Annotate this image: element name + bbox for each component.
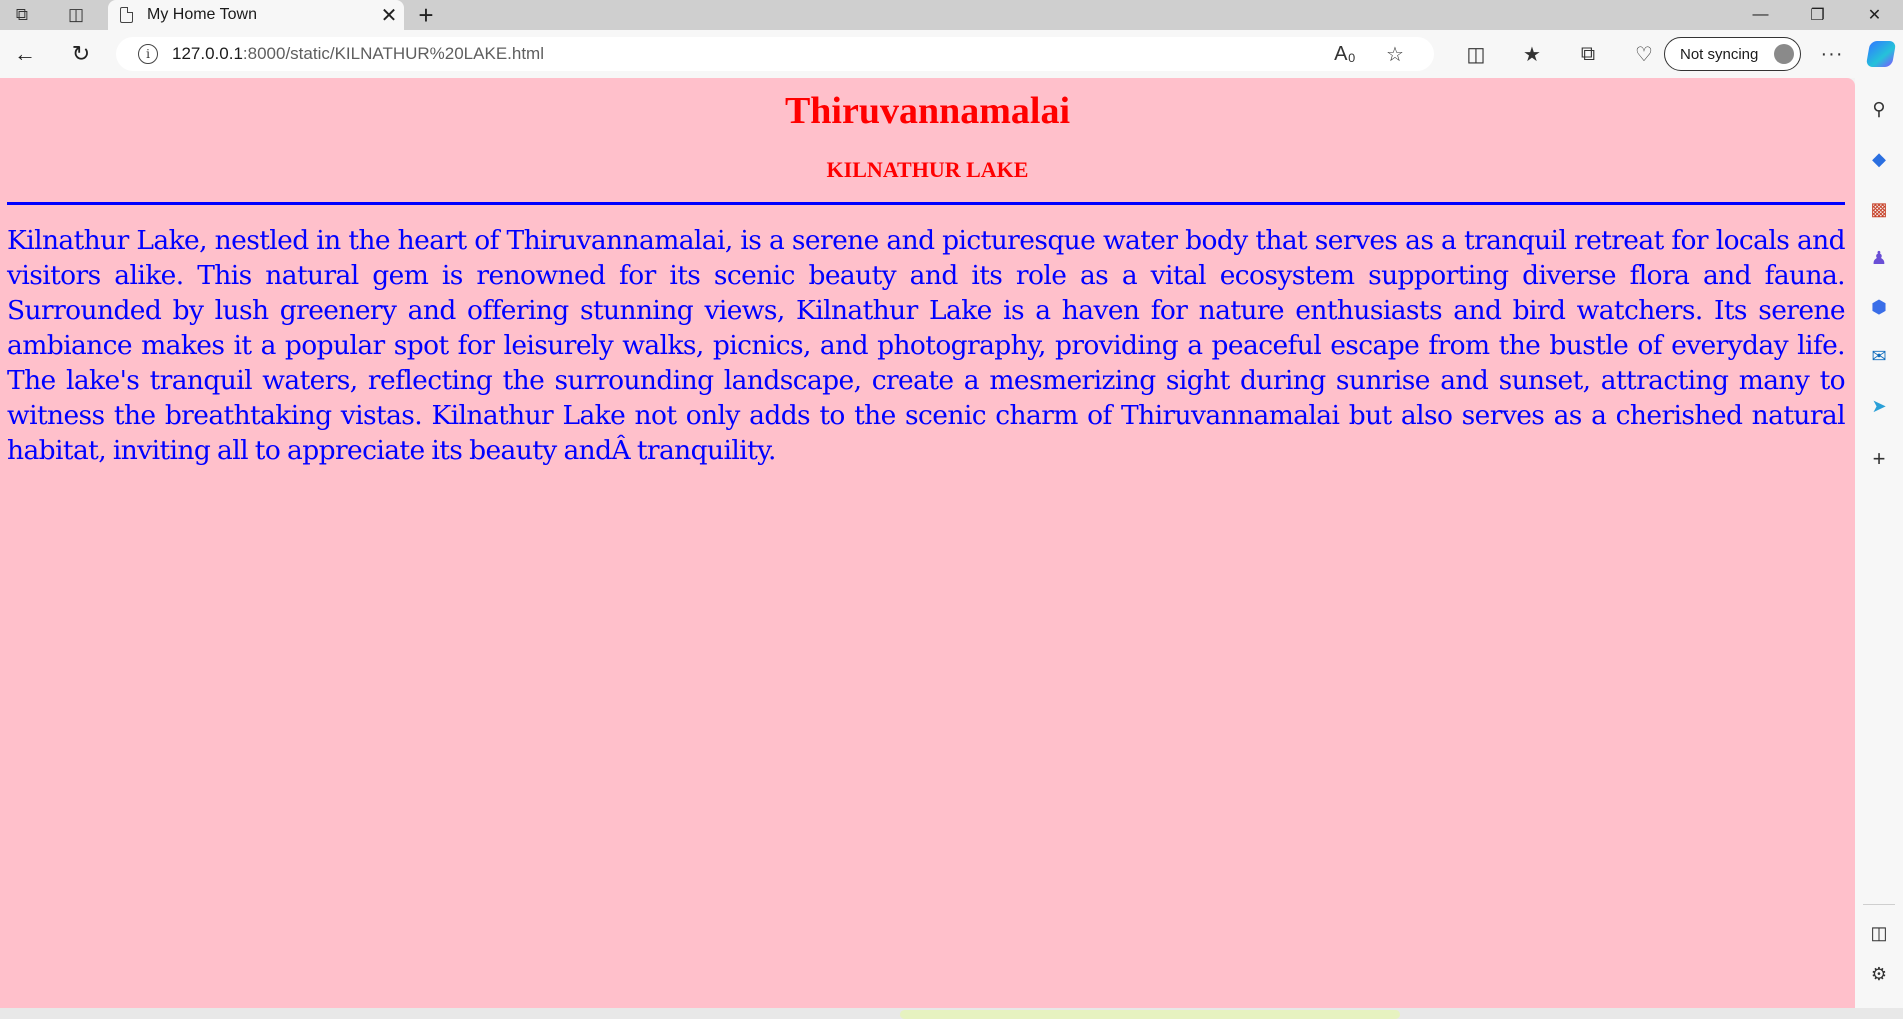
minimize-icon[interactable]: — [1732,0,1789,30]
page-icon [120,7,133,23]
tab-actions-icon[interactable]: ◫ [56,0,96,30]
collections-icon[interactable]: ⧉ [1560,38,1616,70]
tab-title: My Home Town [147,6,257,23]
games-icon[interactable]: ♟ [1867,246,1891,270]
info-icon[interactable]: i [138,44,158,64]
bottom-strip [0,1008,1903,1019]
microsoft365-icon[interactable]: ⬢ [1867,295,1891,319]
new-tab-button[interactable]: + [408,0,444,30]
ellipsis-icon[interactable]: ··· [1812,38,1852,70]
split-screen-icon[interactable]: ◫ [1448,38,1504,70]
workspaces-icon[interactable]: ⧉ [2,0,42,30]
description-paragraph: Kilnathur Lake, nestled in the heart of … [7,224,1846,466]
browser-tab[interactable]: My Home Town ✕ [108,0,404,30]
page-title: Thiruvannamalai [784,90,1071,132]
toolbar-icons: ◫ ★ ⧉ ♡ [1448,38,1672,70]
copilot-button[interactable] [1865,39,1897,69]
edge-sidebar: ⚲ ◆ ▩ ♟ ⬢ ✉ ➤ + ◫ ⚙ [1855,78,1903,1008]
profile-button-label: Not syncing [1680,45,1759,63]
window-controls: — ❐ ✕ [1732,0,1903,30]
close-window-icon[interactable]: ✕ [1846,0,1903,30]
back-arrow-icon[interactable]: ← [8,38,42,70]
tab-strip: ⧉ ◫ My Home Town ✕ + — ❐ ✕ [0,0,1903,30]
avatar [1774,44,1794,64]
drop-icon[interactable]: ➤ [1867,394,1891,418]
horizontal-rule [7,201,1845,205]
restore-icon[interactable]: ❐ [1789,0,1846,30]
close-tab-icon[interactable]: ✕ [374,0,404,30]
copilot-icon [1865,41,1897,67]
refresh-icon[interactable]: ↻ [64,38,98,70]
plus-icon[interactable]: + [1867,446,1891,471]
star-icon[interactable]: ☆ [1370,42,1420,67]
favorites-icon[interactable]: ★ [1504,38,1560,70]
shopping-tag-icon[interactable]: ◆ [1867,147,1891,171]
read-aloud-icon[interactable]: A₀ [1320,43,1370,66]
page-subtitle: KILNATHUR LAKE [826,156,1029,182]
sidebar-toggle-icon[interactable]: ◫ [1867,921,1891,945]
address-bar[interactable]: i 127.0.0.1:8000/static/KILNATHUR%20LAKE… [116,37,1434,71]
taskbar-glow [900,1010,1400,1019]
sidebar-divider [1863,904,1895,905]
url-host: 127.0.0.1 [172,44,243,63]
page-viewport: Thiruvannamalai KILNATHUR LAKE Kilnathur… [0,78,1855,1008]
outlook-icon[interactable]: ✉ [1867,344,1891,368]
profile-button[interactable]: Not syncing [1664,37,1801,71]
search-icon[interactable]: ⚲ [1867,97,1891,121]
toolbox-icon[interactable]: ▩ [1867,197,1891,221]
navigation-bar: ← ↻ i 127.0.0.1:8000/static/KILNATHUR%20… [0,30,1903,78]
url-path: :8000/static/KILNATHUR%20LAKE.html [242,44,544,63]
settings-icon[interactable]: ⚙ [1867,962,1891,986]
